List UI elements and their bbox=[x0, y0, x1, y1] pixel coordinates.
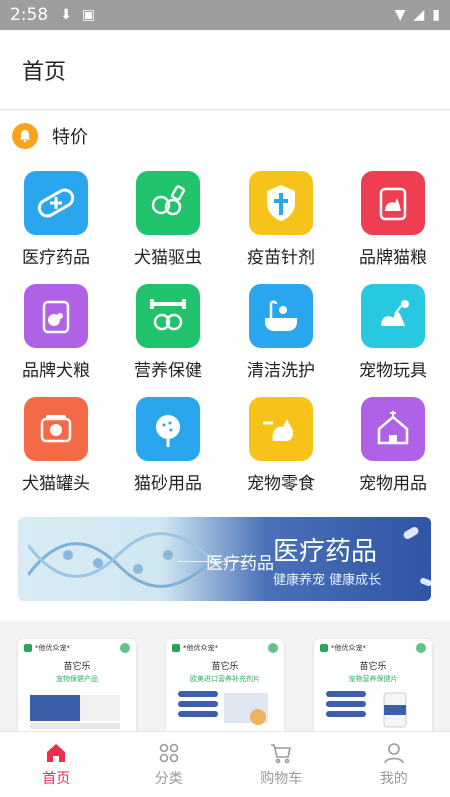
category-item-nutrition[interactable]: 营养保健 bbox=[112, 284, 224, 392]
download-icon: ⬇ bbox=[60, 7, 72, 23]
brand-logo-icon bbox=[172, 644, 180, 652]
category-item-cat-litter[interactable]: 猫砂用品 bbox=[112, 397, 224, 505]
category-item-cleaning[interactable]: 清洁洗护 bbox=[225, 284, 337, 392]
category-label: 宠物用品 bbox=[359, 474, 427, 494]
brand-logo-icon bbox=[320, 644, 328, 652]
product-brand: *他优众宠* bbox=[24, 643, 130, 653]
category-label: 品牌犬粮 bbox=[22, 361, 90, 381]
product-desc: 宠物营养保健片 bbox=[348, 675, 398, 683]
banner-small-text: 医疗药品 bbox=[206, 554, 274, 574]
brand-logo-icon bbox=[24, 644, 32, 652]
dog-cat-spray-icon bbox=[136, 171, 200, 235]
product-name: 苗它乐 bbox=[211, 662, 239, 672]
tab-cart[interactable]: 购物车 bbox=[225, 732, 338, 797]
product-brand: *他优众宠* bbox=[172, 643, 278, 653]
category-label: 猫砂用品 bbox=[134, 474, 202, 494]
bandage-icon bbox=[24, 171, 88, 235]
cat-food-bag-icon bbox=[361, 171, 425, 235]
main-content: 特价 医疗药品 犬猫驱虫 疫苗针剂 品牌猫粮 品牌犬粮 营养保健 清洁洗护 宠物… bbox=[0, 111, 450, 621]
tab-label: 分类 bbox=[154, 770, 183, 787]
category-label: 品牌猫粮 bbox=[359, 248, 427, 268]
category-label: 宠物零食 bbox=[247, 474, 315, 494]
capsule-icon bbox=[419, 577, 431, 587]
special-offer-header[interactable]: 特价 bbox=[12, 123, 88, 149]
tab-label: 我的 bbox=[379, 770, 408, 787]
category-item-supplies[interactable]: 宠物用品 bbox=[337, 397, 449, 505]
category-label: 医疗药品 bbox=[22, 248, 90, 268]
grid-icon bbox=[159, 743, 179, 762]
product-brand: *他优众宠* bbox=[320, 643, 426, 653]
product-list: *他优众宠* 苗它乐 宠物保健产品 *他优众宠* 苗它乐 欧美进口营养补充剂片 … bbox=[0, 621, 450, 731]
promo-banner[interactable]: 医疗药品 医疗药品 健康养宠 健康成长 bbox=[18, 517, 431, 601]
category-label: 犬猫驱虫 bbox=[134, 248, 202, 268]
tab-profile[interactable]: 我的 bbox=[338, 732, 450, 797]
tab-label: 首页 bbox=[42, 770, 71, 787]
page-title: 首页 bbox=[22, 59, 67, 85]
badge-icon bbox=[416, 643, 426, 653]
category-item-treats[interactable]: 宠物零食 bbox=[225, 397, 337, 505]
category-label: 营养保健 bbox=[134, 361, 202, 381]
category-label: 犬猫罐头 bbox=[22, 474, 90, 494]
category-item-cat-food[interactable]: 品牌猫粮 bbox=[337, 171, 449, 279]
tab-label: 购物车 bbox=[260, 770, 303, 787]
pet-house-icon bbox=[361, 397, 425, 461]
cart-icon bbox=[271, 743, 292, 763]
product-image bbox=[326, 691, 407, 728]
app-header: 首页 bbox=[0, 30, 450, 110]
category-label: 疫苗针剂 bbox=[247, 248, 315, 268]
category-item-dog-food[interactable]: 品牌犬粮 bbox=[0, 284, 112, 392]
user-icon bbox=[383, 742, 404, 763]
product-image bbox=[30, 695, 120, 729]
product-desc: 欧美进口营养补充剂片 bbox=[190, 675, 260, 683]
app-notification-icon: ▣ bbox=[81, 7, 96, 23]
dog-food-bag-icon bbox=[24, 284, 88, 348]
capsule-icon bbox=[402, 525, 420, 541]
product-desc: 宠物保健产品 bbox=[56, 675, 98, 683]
litter-scoop-icon bbox=[136, 397, 200, 461]
tab-home[interactable]: 首页 bbox=[0, 732, 113, 797]
product-card[interactable]: *他优众宠* 苗它乐 宠物保健产品 bbox=[18, 639, 136, 731]
tab-category[interactable]: 分类 bbox=[113, 732, 226, 797]
dog-dumbbell-icon bbox=[136, 284, 200, 348]
category-item-canned-food[interactable]: 犬猫罐头 bbox=[0, 397, 112, 505]
product-card[interactable]: *他优众宠* 苗它乐 欧美进口营养补充剂片 bbox=[166, 639, 284, 731]
status-time: 2:58 bbox=[10, 5, 49, 25]
banner-title: 医疗药品 bbox=[273, 537, 378, 567]
bathtub-icon bbox=[249, 284, 313, 348]
bottom-navigation: 首页 分类 购物车 我的 bbox=[0, 731, 450, 797]
signal-icon: ◢ bbox=[413, 7, 425, 23]
status-bar: 2:58 ⬇ ▣ ▼ ◢ ▮ bbox=[0, 0, 450, 30]
wifi-icon: ▼ bbox=[394, 7, 406, 23]
category-item-vaccine[interactable]: 疫苗针剂 bbox=[225, 171, 337, 279]
category-item-deworming[interactable]: 犬猫驱虫 bbox=[112, 171, 224, 279]
vaccine-shield-icon bbox=[249, 171, 313, 235]
category-label: 宠物玩具 bbox=[359, 361, 427, 381]
category-item-toys[interactable]: 宠物玩具 bbox=[337, 284, 449, 392]
product-image bbox=[178, 691, 268, 725]
battery-icon: ▮ bbox=[432, 7, 440, 23]
badge-icon bbox=[268, 643, 278, 653]
category-item-medicine[interactable]: 医疗药品 bbox=[0, 171, 112, 279]
section-label: 特价 bbox=[52, 127, 88, 148]
product-name: 苗它乐 bbox=[63, 662, 91, 672]
cat-treat-icon bbox=[249, 397, 313, 461]
can-icon bbox=[24, 397, 88, 461]
category-label: 清洁洗护 bbox=[247, 361, 315, 381]
product-name: 苗它乐 bbox=[359, 662, 387, 672]
product-card[interactable]: *他优众宠* 苗它乐 宠物营养保健片 bbox=[314, 639, 432, 731]
cat-toy-icon bbox=[361, 284, 425, 348]
banner-subtitle: 健康养宠 健康成长 bbox=[273, 573, 382, 588]
home-icon bbox=[47, 743, 66, 762]
badge-icon bbox=[120, 643, 130, 653]
bell-icon bbox=[12, 123, 38, 149]
